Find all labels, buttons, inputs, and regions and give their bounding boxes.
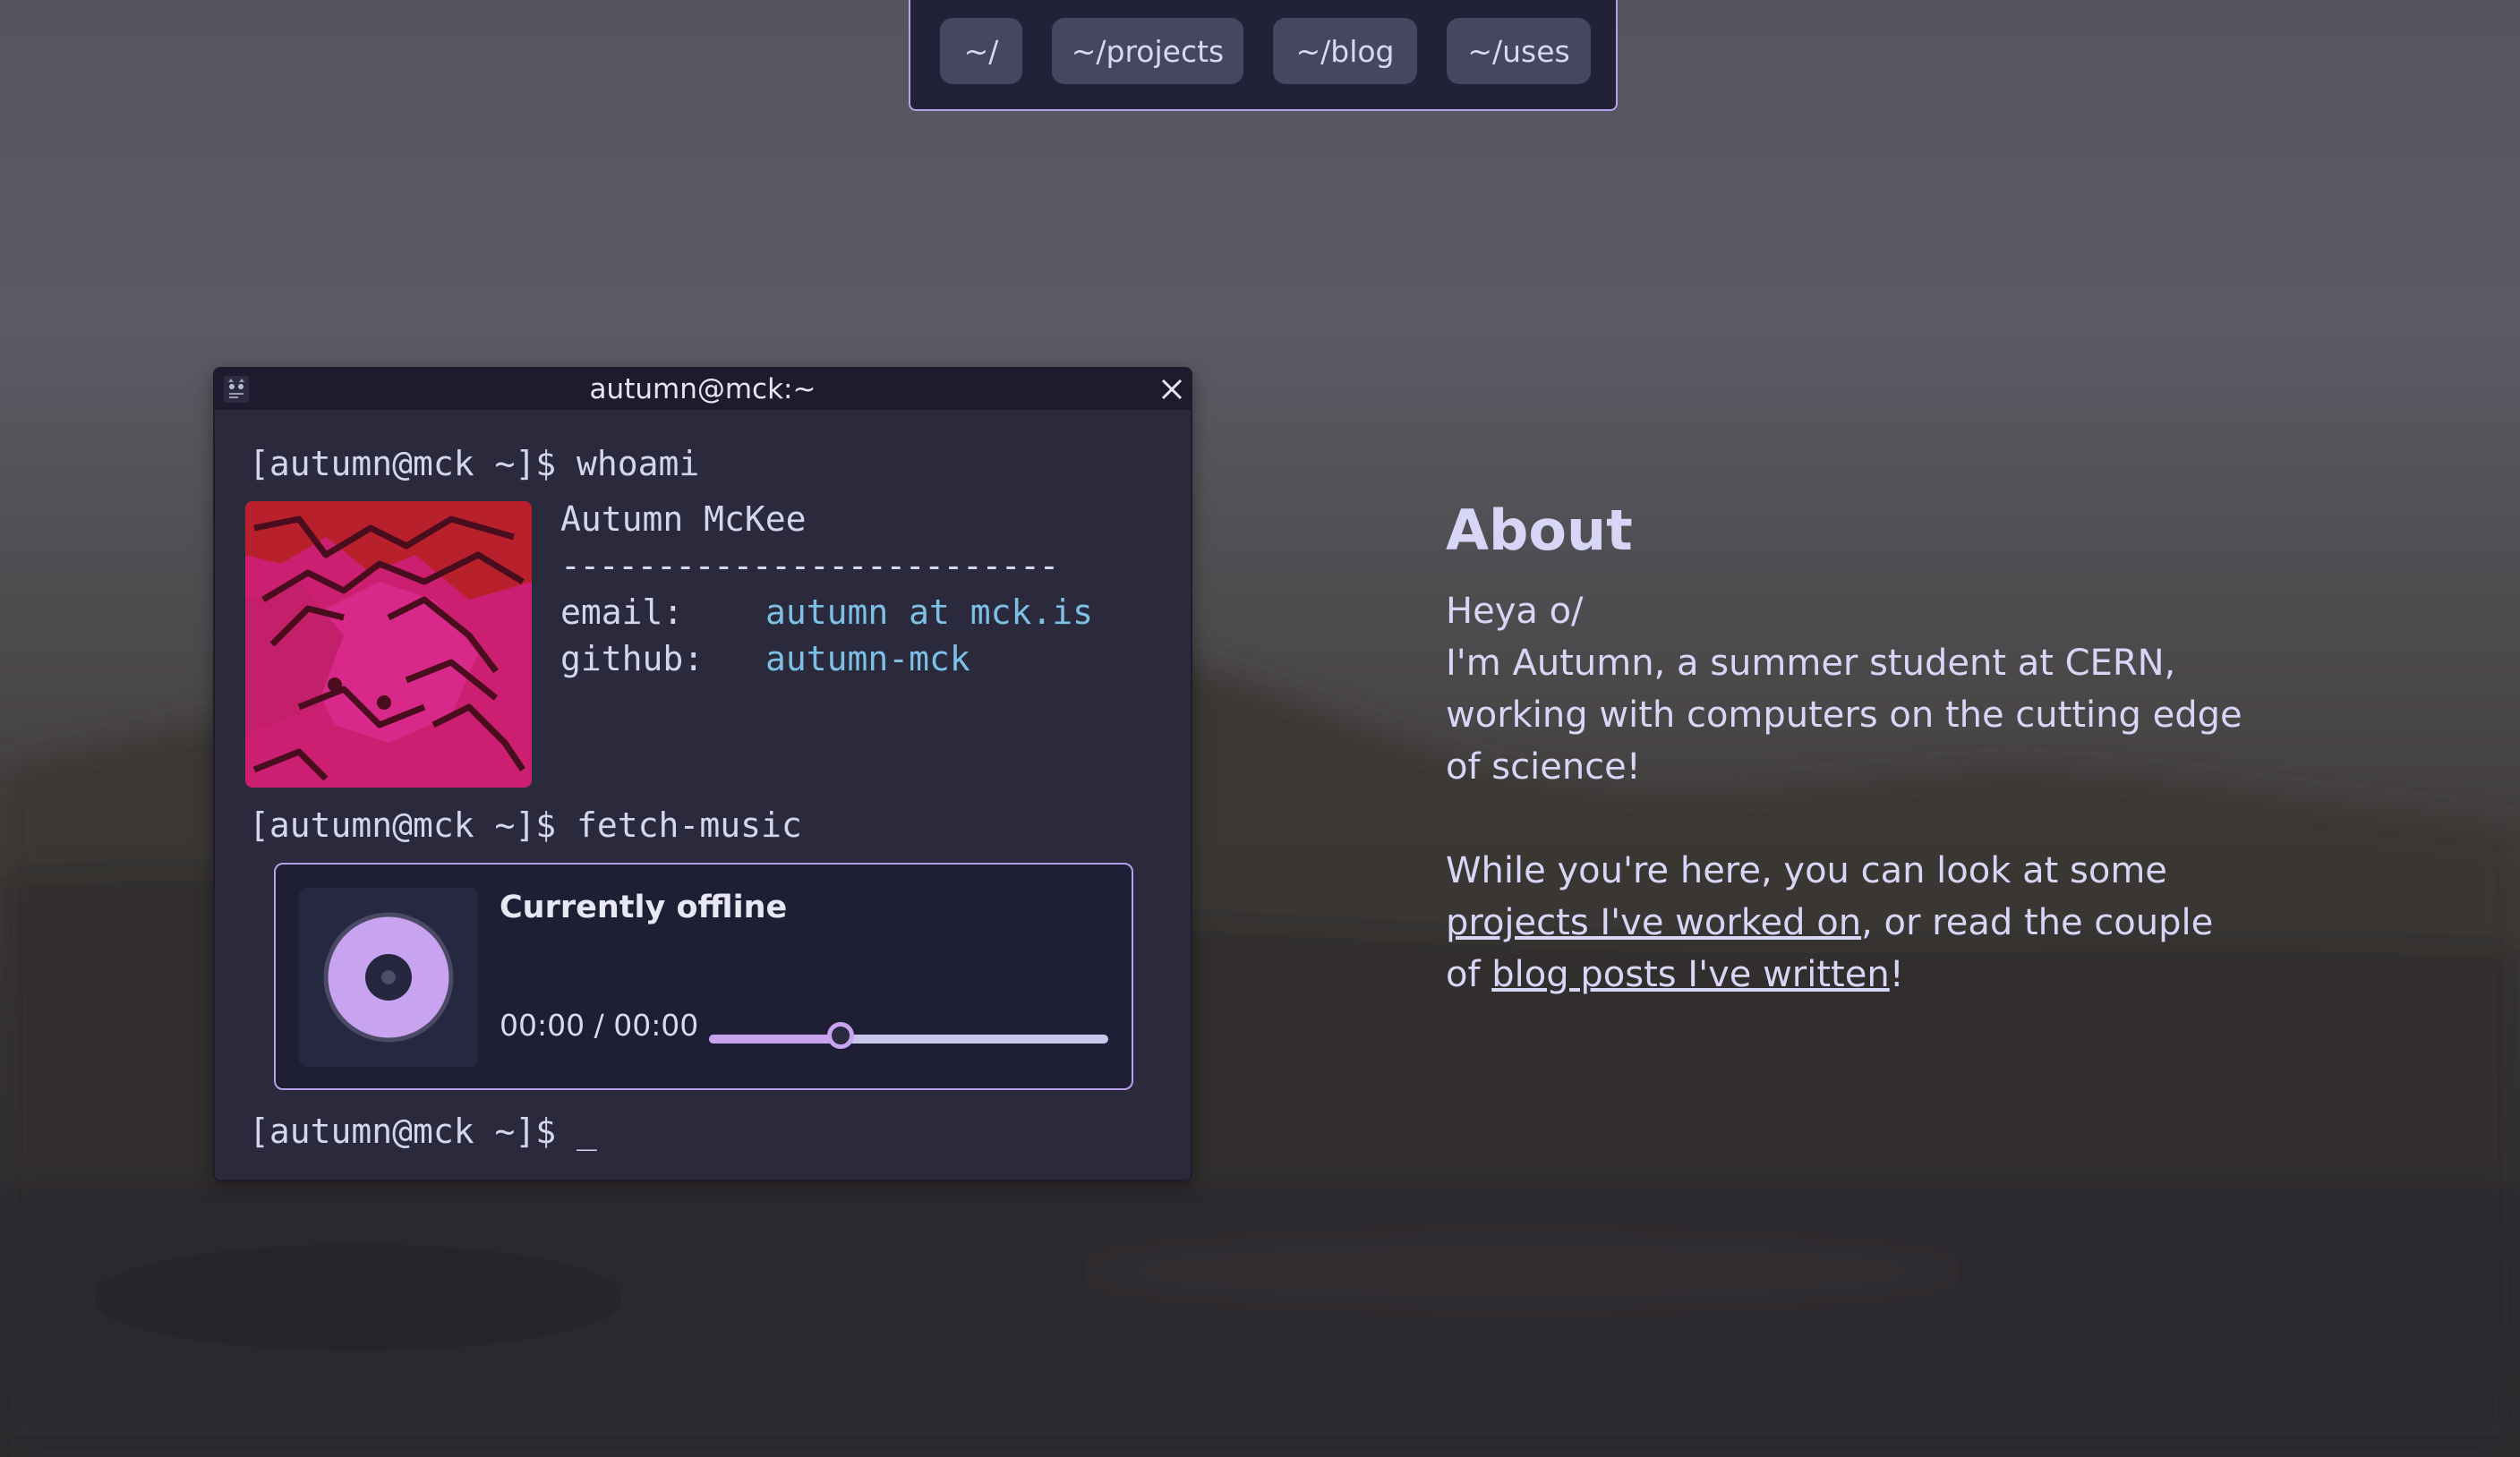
nav-projects-button[interactable]: ~/projects xyxy=(1052,18,1243,84)
about-heading: About xyxy=(1446,498,1633,563)
album-art xyxy=(299,888,478,1067)
avatar xyxy=(245,501,532,788)
music-status: Currently offline xyxy=(500,890,788,925)
profile-separator: -------------------------- xyxy=(560,546,1059,585)
email-link[interactable]: autumn at mck.is xyxy=(765,592,1093,632)
about-greeting: Heya o/ xyxy=(1446,591,1584,632)
email-label: email: xyxy=(560,592,684,632)
nav-home-button[interactable]: ~/ xyxy=(940,18,1022,84)
about-intro: I'm Autumn, a summer student at CERN, wo… xyxy=(1446,643,2242,788)
about-p2-start: While you're here, you can look at some xyxy=(1446,850,2167,891)
disc-icon xyxy=(323,912,454,1043)
slider-fill xyxy=(709,1035,841,1044)
idle-prompt-line: [autumn@mck ~]$ _ xyxy=(249,1112,597,1151)
slider-thumb[interactable] xyxy=(827,1022,855,1049)
whoami-command-line: [autumn@mck ~]$ whoami xyxy=(249,444,700,483)
nav-blog-button[interactable]: ~/blog xyxy=(1273,18,1417,84)
about-text: Heya o/ I'm Autumn, a summer student at … xyxy=(1446,585,2251,1001)
close-icon[interactable] xyxy=(1158,376,1185,403)
profile-name: Autumn McKee xyxy=(560,499,807,539)
music-player: Currently offline 00:00 / 00:00 xyxy=(274,863,1133,1090)
fetch-music-command-line: [autumn@mck ~]$ fetch-music xyxy=(249,805,802,845)
nav-uses-button[interactable]: ~/uses xyxy=(1447,18,1591,84)
about-p2-end: ! xyxy=(1889,954,1904,995)
terminal-titlebar: autumn@mck:~ xyxy=(215,369,1191,410)
terminal-window: autumn@mck:~ [autumn@mck ~]$ whoami Autu… xyxy=(213,367,1192,1181)
terminal-title: autumn@mck:~ xyxy=(589,373,816,405)
github-link[interactable]: autumn-mck xyxy=(765,639,970,678)
music-progress-slider[interactable] xyxy=(709,1022,1108,1052)
blog-link[interactable]: blog posts I've written xyxy=(1491,954,1889,995)
projects-link[interactable]: projects I've worked on xyxy=(1446,902,1861,943)
top-navigation: ~/ ~/projects ~/blog ~/uses xyxy=(909,0,1618,111)
github-label: github: xyxy=(560,639,705,678)
music-time: 00:00 / 00:00 xyxy=(500,1008,699,1043)
